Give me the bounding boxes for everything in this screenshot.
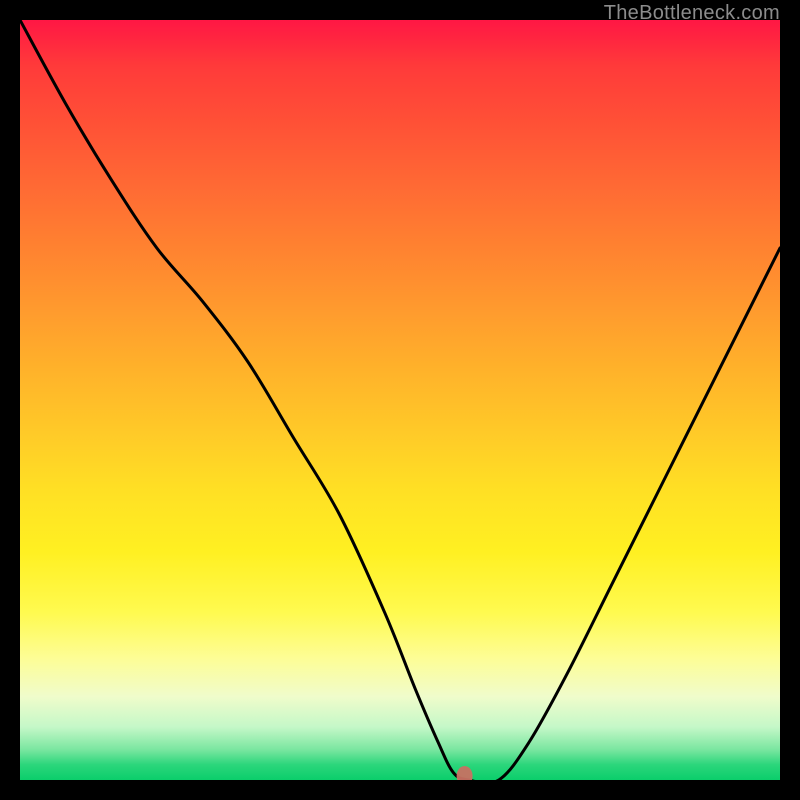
bottleneck-curve bbox=[20, 20, 780, 780]
chart-container: TheBottleneck.com bbox=[0, 0, 800, 800]
chart-overlay bbox=[20, 20, 780, 780]
curve-minimum-marker bbox=[457, 766, 473, 780]
